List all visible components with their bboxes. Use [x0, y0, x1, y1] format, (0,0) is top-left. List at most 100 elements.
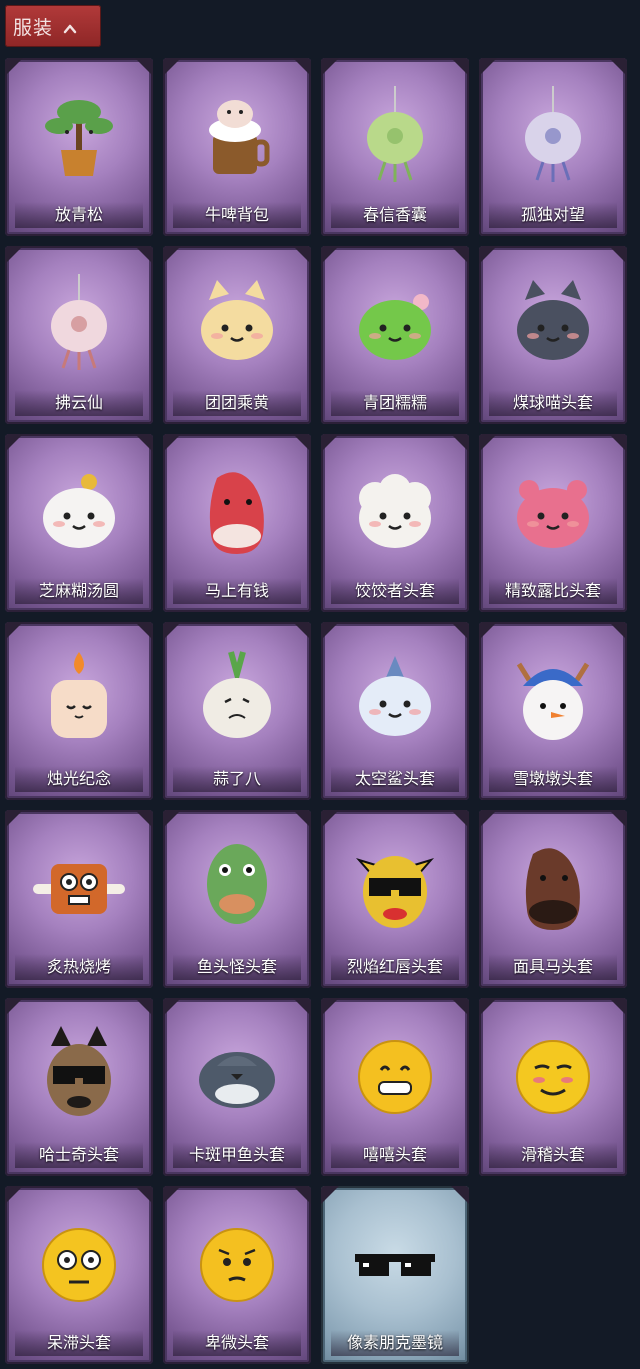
card-corner-decoration: [293, 810, 311, 828]
yellow-mask-sunglasses-icon: [345, 828, 445, 940]
costume-item-label: 卑微头套: [173, 1330, 301, 1356]
card-corner-decoration: [135, 998, 153, 1016]
card-corner-decoration: [479, 998, 497, 1016]
card-corner-decoration: [479, 434, 497, 452]
bbq-meat-icon: [29, 828, 129, 940]
costume-item-card[interactable]: 芝麻糊汤圆: [5, 434, 153, 612]
costume-item-card[interactable]: 呆滞头套: [5, 1186, 153, 1364]
turtle-head-icon: [187, 1016, 287, 1128]
card-corner-decoration: [609, 246, 627, 264]
costume-item-card[interactable]: 青团糯糯: [321, 246, 469, 424]
card-corner-decoration: [451, 434, 469, 452]
sachet-icon: [345, 76, 445, 188]
card-corner-decoration: [451, 58, 469, 76]
costume-item-card[interactable]: 嘻嘻头套: [321, 998, 469, 1176]
card-corner-decoration: [609, 434, 627, 452]
costume-item-label: 饺饺者头套: [331, 578, 459, 604]
costume-item-card[interactable]: 精致露比头套: [479, 434, 627, 612]
card-corner-decoration: [5, 998, 23, 1016]
category-title: 服装: [13, 16, 54, 39]
costume-item-label: 卡斑甲鱼头套: [173, 1142, 301, 1168]
costume-item-card[interactable]: 煤球喵头套: [479, 246, 627, 424]
costume-item-card[interactable]: 像素朋克墨镜: [321, 1186, 469, 1364]
costume-item-card[interactable]: 蒜了八: [163, 622, 311, 800]
shark-head-icon: [345, 640, 445, 752]
pink-bear-head-icon: [503, 452, 603, 564]
costume-item-label: 春信香囊: [331, 202, 459, 228]
card-corner-decoration: [609, 998, 627, 1016]
costume-grid: 放青松 牛啤背包 春信香囊 孤独对望拂云仙 团团乘黄 青团糯糯 煤球喵头套芝麻糊汤圆 马上有钱…: [5, 58, 627, 1364]
costume-item-card[interactable]: 鱼头怪头套: [163, 810, 311, 988]
costume-item-label: 孤独对望: [489, 202, 617, 228]
costume-item-card[interactable]: 卑微头套: [163, 1186, 311, 1364]
costume-item-card[interactable]: 孤独对望: [479, 58, 627, 236]
round-cat-head-icon: [187, 264, 287, 376]
snowman-head-icon: [503, 640, 603, 752]
costume-item-card[interactable]: 烛光纪念: [5, 622, 153, 800]
costume-item-card[interactable]: 炙热烧烤: [5, 810, 153, 988]
horse-mask-icon: [503, 828, 603, 940]
costume-item-card[interactable]: 饺饺者头套: [321, 434, 469, 612]
card-corner-decoration: [321, 246, 339, 264]
costume-item-label: 面具马头套: [489, 954, 617, 980]
costume-item-card[interactable]: 团团乘黄: [163, 246, 311, 424]
smirk-emoji-icon: [503, 1016, 603, 1128]
figure-charm-icon: [503, 76, 603, 188]
costume-category-toggle[interactable]: 服装: [5, 5, 101, 47]
pixel-sunglasses-icon: [345, 1204, 445, 1316]
costume-item-card[interactable]: 卡斑甲鱼头套: [163, 998, 311, 1176]
costume-item-card[interactable]: 放青松: [5, 58, 153, 236]
costume-item-card[interactable]: 烈焰红唇头套: [321, 810, 469, 988]
costume-item-card[interactable]: 雪墩墩头套: [479, 622, 627, 800]
card-corner-decoration: [321, 1186, 339, 1204]
costume-item-card[interactable]: 面具马头套: [479, 810, 627, 988]
costume-item-card[interactable]: 滑稽头套: [479, 998, 627, 1176]
costume-item-label: 蒜了八: [173, 766, 301, 792]
card-corner-decoration: [163, 434, 181, 452]
costume-item-label: 马上有钱: [173, 578, 301, 604]
card-corner-decoration: [5, 622, 23, 640]
grinning-emoji-icon: [345, 1016, 445, 1128]
black-cat-head-icon: [503, 264, 603, 376]
costume-item-label: 煤球喵头套: [489, 390, 617, 416]
card-corner-decoration: [135, 58, 153, 76]
card-corner-decoration: [163, 810, 181, 828]
card-corner-decoration: [293, 246, 311, 264]
card-corner-decoration: [321, 622, 339, 640]
costume-item-card[interactable]: 太空鲨头套: [321, 622, 469, 800]
card-corner-decoration: [293, 1186, 311, 1204]
costume-item-label: 团团乘黄: [173, 390, 301, 416]
green-rice-ball-icon: [345, 264, 445, 376]
costume-item-card[interactable]: 拂云仙: [5, 246, 153, 424]
costume-item-label: 哈士奇头套: [15, 1142, 143, 1168]
card-corner-decoration: [5, 1186, 23, 1204]
card-corner-decoration: [293, 998, 311, 1016]
costume-item-label: 鱼头怪头套: [173, 954, 301, 980]
rice-dumpling-icon: [29, 452, 129, 564]
card-corner-decoration: [5, 246, 23, 264]
card-corner-decoration: [163, 1186, 181, 1204]
cow-beer-mug-icon: [187, 76, 287, 188]
costume-item-card[interactable]: 牛啤背包: [163, 58, 311, 236]
fish-mask-icon: [187, 828, 287, 940]
card-corner-decoration: [451, 246, 469, 264]
husky-sunglasses-icon: [29, 1016, 129, 1128]
card-corner-decoration: [293, 58, 311, 76]
costume-item-label: 牛啤背包: [173, 202, 301, 228]
costume-item-label: 放青松: [15, 202, 143, 228]
costume-item-card[interactable]: 马上有钱: [163, 434, 311, 612]
card-corner-decoration: [479, 246, 497, 264]
costume-item-label: 烛光纪念: [15, 766, 143, 792]
costume-item-label: 芝麻糊汤圆: [15, 578, 143, 604]
costume-item-label: 炙热烧烤: [15, 954, 143, 980]
costume-item-card[interactable]: 哈士奇头套: [5, 998, 153, 1176]
card-corner-decoration: [479, 58, 497, 76]
costume-item-label: 精致露比头套: [489, 578, 617, 604]
costume-item-label: 滑稽头套: [489, 1142, 617, 1168]
card-corner-decoration: [609, 810, 627, 828]
card-corner-decoration: [135, 434, 153, 452]
card-corner-decoration: [135, 810, 153, 828]
costume-item-card[interactable]: 春信香囊: [321, 58, 469, 236]
card-corner-decoration: [293, 622, 311, 640]
costume-item-label: 太空鲨头套: [331, 766, 459, 792]
